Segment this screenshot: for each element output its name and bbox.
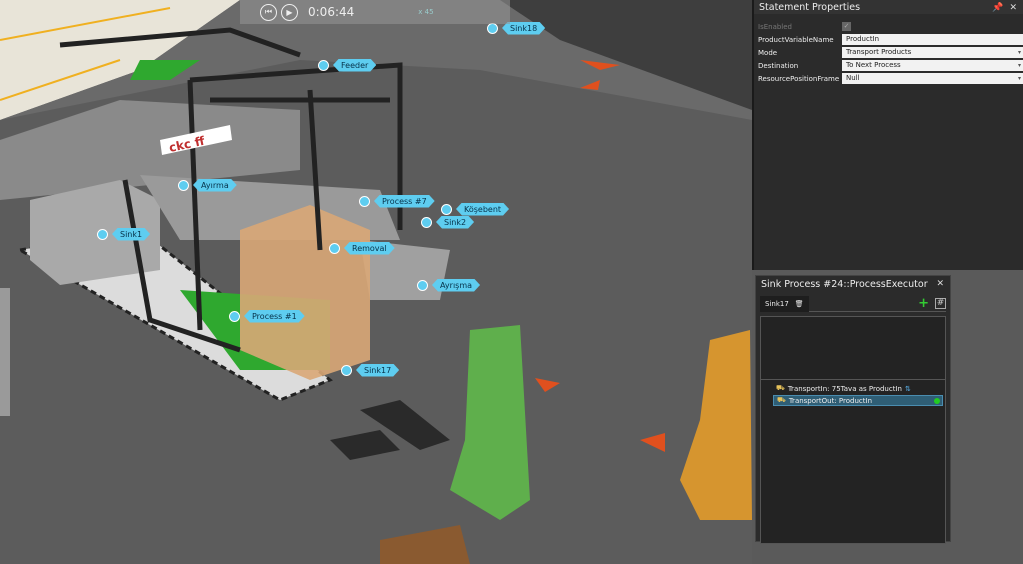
label-dot-icon xyxy=(421,216,432,228)
component-label[interactable]: Ayrışma xyxy=(417,278,480,292)
component-label[interactable]: Sink17 xyxy=(341,363,399,377)
component-label[interactable]: Process #7 xyxy=(359,194,435,208)
link-icon: ⇅ xyxy=(904,384,911,393)
label-text: Removal xyxy=(344,242,395,255)
transport-icon: ⛟ xyxy=(776,384,785,392)
transport-icon: ⛟ xyxy=(777,396,786,404)
pin-icon[interactable]: 📌 xyxy=(992,3,1003,13)
label-text: Sink1 xyxy=(112,228,150,241)
label-dot-icon xyxy=(229,310,240,322)
close-icon[interactable]: ✕ xyxy=(1009,3,1017,13)
label-text: Process #1 xyxy=(244,310,305,323)
statement-properties-panel: Statement Properties 📌 ✕ IsEnabled ✓ Prod… xyxy=(752,0,1023,270)
label-dot-icon xyxy=(318,59,329,71)
tab-sink17[interactable]: Sink17 🗑 xyxy=(760,295,809,312)
label-dot-icon xyxy=(97,228,108,240)
label-text: Process #7 xyxy=(374,195,435,208)
label-text: Sink17 xyxy=(356,364,399,377)
component-label[interactable]: Sink1 xyxy=(97,227,150,241)
prop-key: IsEnabled xyxy=(758,22,792,31)
simulation-player: ⏮ ▶ 0:06:44 x 45 xyxy=(240,0,510,24)
label-dot-icon xyxy=(417,279,428,291)
component-label[interactable]: Sink2 xyxy=(421,215,474,229)
panel-title: Statement Properties xyxy=(759,1,861,13)
destination-select[interactable]: To Next Process xyxy=(842,60,1023,71)
add-icon[interactable]: + xyxy=(918,296,929,311)
label-dot-icon xyxy=(359,195,370,207)
label-text: Ayırma xyxy=(193,179,237,192)
label-dot-icon xyxy=(341,364,352,376)
component-label[interactable]: Köşebent xyxy=(441,202,509,216)
trash-icon[interactable]: 🗑 xyxy=(795,300,804,308)
label-text: Sink2 xyxy=(436,216,474,229)
reset-button[interactable]: ⏮ xyxy=(260,3,277,21)
label-dot-icon xyxy=(178,179,189,191)
panel-title: Sink Process #24::ProcessExecutor xyxy=(761,278,928,290)
mode-select[interactable]: Transport Products xyxy=(842,47,1023,58)
label-text: Köşebent xyxy=(456,203,509,216)
component-label[interactable]: Process #1 xyxy=(229,309,305,323)
process-executor-panel: Sink Process #24::ProcessExecutor ✕ Sink1… xyxy=(755,275,951,544)
tab-label: Sink17 xyxy=(765,299,789,308)
prop-key: Mode xyxy=(758,48,778,57)
grid-icon[interactable]: # xyxy=(935,298,946,309)
component-label[interactable]: Ayırma xyxy=(178,178,237,192)
prop-key: ResourcePositionFrame xyxy=(758,74,840,83)
label-text: Ayrışma xyxy=(432,279,480,292)
close-icon[interactable]: ✕ xyxy=(936,279,944,289)
label-dot-icon xyxy=(441,203,452,215)
status-dot-icon xyxy=(934,397,940,404)
statement-list[interactable]: ⛟ TransportIn: 75Tava as ProductIn ⇅ ⛟ Tran… xyxy=(760,316,946,544)
list-item[interactable]: ⛟ TransportOut: ProductIn xyxy=(773,395,943,406)
resource-frame-select[interactable]: Null xyxy=(842,73,1023,84)
label-dot-icon xyxy=(329,242,340,254)
statement-label: TransportOut: ProductIn xyxy=(788,396,873,405)
isenabled-checkbox[interactable]: ✓ xyxy=(842,22,851,31)
label-dot-icon xyxy=(487,22,498,34)
sim-time: 0:06:44 xyxy=(308,5,355,19)
label-text: Feeder xyxy=(333,59,376,72)
list-item[interactable]: ⛟ TransportIn: 75Tava as ProductIn ⇅ xyxy=(773,383,943,394)
component-label[interactable]: Removal xyxy=(329,241,395,255)
prop-key: Destination xyxy=(758,61,799,70)
3d-viewport[interactable]: ckc ff xyxy=(0,0,752,564)
play-button[interactable]: ▶ xyxy=(281,3,298,21)
product-variable-input[interactable]: ProductIn xyxy=(842,34,1023,45)
speed-label: x 45 xyxy=(418,8,434,16)
prop-key: ProductVariableName xyxy=(758,35,834,44)
statement-label: TransportIn: 75Tava as ProductIn xyxy=(787,384,902,393)
left-toolbar[interactable] xyxy=(0,288,10,416)
component-label[interactable]: Feeder xyxy=(318,58,376,72)
